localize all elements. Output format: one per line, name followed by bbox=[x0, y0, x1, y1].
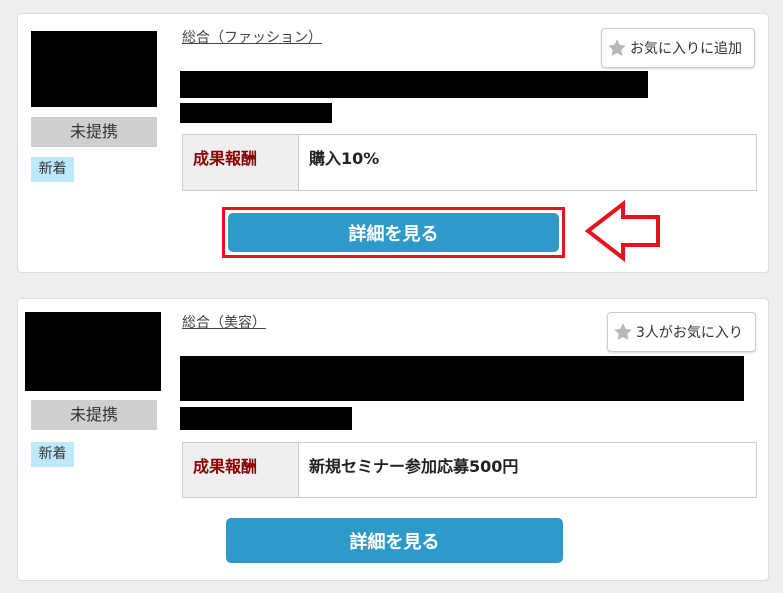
star-icon bbox=[608, 39, 626, 56]
partnership-status: 未提携 bbox=[31, 117, 157, 147]
reward-label: 成果報酬 bbox=[183, 135, 299, 190]
listing-card: 未提携 新着 総合（美容） 3人がお気に入り 成果報酬 新規セミナー参加応募50… bbox=[17, 298, 769, 581]
new-badge: 新着 bbox=[31, 442, 74, 467]
listing-subtitle-redacted bbox=[180, 103, 332, 123]
category-link[interactable]: 総合（ファッション） bbox=[182, 27, 322, 47]
view-details-button[interactable]: 詳細を見る bbox=[228, 213, 559, 252]
star-icon bbox=[614, 323, 632, 340]
add-favorite-button[interactable]: お気に入りに追加 bbox=[601, 28, 755, 68]
listing-thumbnail-redacted[interactable] bbox=[25, 312, 161, 391]
left-arrow-icon bbox=[584, 199, 660, 263]
new-badge: 新着 bbox=[31, 157, 74, 182]
listing-title-redacted[interactable] bbox=[180, 356, 744, 401]
reward-label: 成果報酬 bbox=[183, 443, 299, 497]
listing-subtitle-redacted bbox=[180, 407, 352, 430]
category-link[interactable]: 総合（美容） bbox=[182, 312, 266, 332]
favorite-count-button[interactable]: 3人がお気に入り bbox=[607, 312, 756, 352]
listing-title-redacted[interactable] bbox=[180, 71, 648, 98]
reward-value: 新規セミナー参加応募500円 bbox=[309, 457, 519, 476]
view-details-button[interactable]: 詳細を見る bbox=[226, 518, 563, 563]
listing-thumbnail-redacted[interactable] bbox=[31, 31, 157, 107]
reward-table: 成果報酬 購入10% bbox=[182, 134, 757, 191]
reward-value: 購入10% bbox=[309, 149, 380, 168]
partnership-status: 未提携 bbox=[31, 400, 157, 430]
favorite-label: お気に入りに追加 bbox=[630, 41, 742, 57]
reward-table: 成果報酬 新規セミナー参加応募500円 bbox=[182, 442, 757, 498]
favorite-label: 3人がお気に入り bbox=[636, 325, 743, 341]
